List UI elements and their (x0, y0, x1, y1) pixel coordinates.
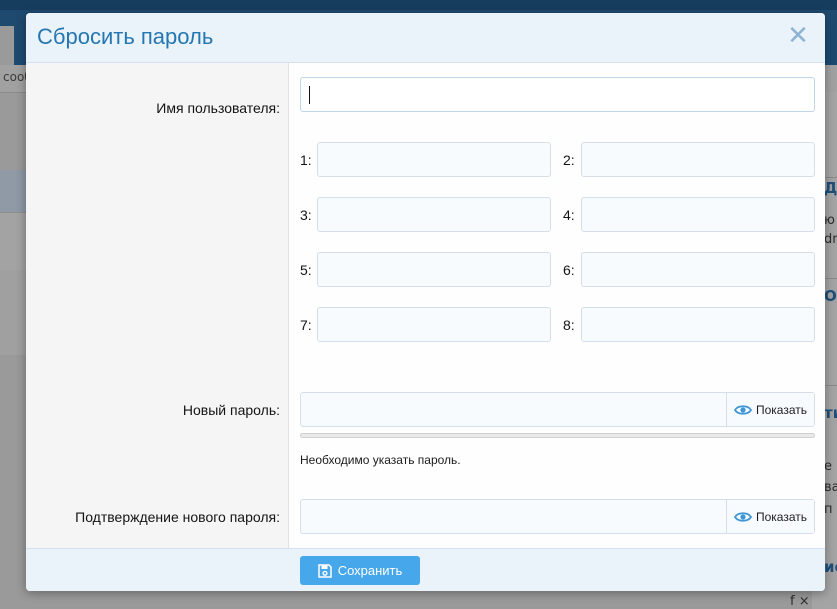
code-input-2[interactable] (581, 142, 815, 177)
background-row (0, 270, 26, 355)
show-password-button[interactable]: Показать (726, 393, 814, 426)
header-tab (0, 26, 14, 65)
background-row (0, 170, 26, 212)
password-hint: Необходимо указать пароль. (300, 453, 461, 467)
confirm-password-label: Подтверждение нового пароля: (75, 509, 280, 525)
close-icon[interactable]: ✕ (787, 23, 809, 49)
dialog-header: Сбросить пароль ✕ (26, 13, 825, 63)
reset-password-dialog: Сбросить пароль ✕ Имя пользователя: 1: 2… (26, 13, 825, 591)
confirm-password-input[interactable]: Показать (300, 499, 815, 534)
code-input-6[interactable] (581, 252, 815, 287)
username-label: Имя пользователя: (156, 100, 280, 116)
new-password-input[interactable]: Показать (300, 392, 815, 427)
code-label-3: 3: (300, 207, 312, 223)
show-confirm-password-button[interactable]: Показать (726, 500, 814, 533)
background-sidebar-text: ти (824, 404, 837, 422)
save-button[interactable]: Сохранить (300, 556, 420, 585)
code-label-6: 6: (563, 262, 575, 278)
background-sidebar-text: п (824, 502, 833, 517)
background-sidebar-text: dr (824, 232, 837, 247)
background-sidebar-text: Д (824, 179, 837, 197)
save-button-label: Сохранить (337, 563, 403, 578)
code-input-5[interactable] (317, 252, 551, 287)
code-label-5: 5: (300, 262, 312, 278)
background-row (0, 212, 26, 272)
label-column (26, 63, 289, 548)
top-bar (0, 0, 837, 10)
new-password-label: Новый пароль: (182, 402, 280, 418)
code-label-8: 8: (563, 317, 575, 333)
username-input[interactable] (300, 77, 815, 112)
background-sidebar-text: е (824, 459, 832, 474)
code-input-7[interactable] (317, 307, 551, 342)
background-sidebar-text: ю (824, 213, 835, 228)
background-sidebar-text: ис (824, 558, 837, 576)
code-input-1[interactable] (317, 142, 551, 177)
code-label-4: 4: (563, 207, 575, 223)
text-caret (309, 86, 310, 104)
eye-icon (733, 404, 752, 415)
code-input-4[interactable] (581, 197, 815, 232)
eye-icon (733, 511, 752, 522)
show-password-label: Показать (755, 402, 807, 417)
background-sidebar-text: О (824, 287, 837, 305)
code-input-3[interactable] (317, 197, 551, 232)
code-input-8[interactable] (581, 307, 815, 342)
dialog-title: Сбросить пароль (37, 24, 214, 49)
dialog-body: Имя пользователя: 1: 2: 3: 4: 5: 6: 7: 8… (26, 63, 825, 548)
code-label-1: 1: (300, 152, 312, 168)
show-confirm-password-label: Показать (755, 509, 807, 524)
background-sidebar-text: f × (790, 594, 810, 609)
code-label-7: 7: (300, 317, 312, 333)
password-strength-meter (300, 433, 815, 438)
code-label-2: 2: (563, 152, 575, 168)
save-icon (317, 563, 332, 578)
dialog-footer: Сохранить (26, 548, 825, 591)
background-sidebar-text: ва (824, 480, 837, 495)
